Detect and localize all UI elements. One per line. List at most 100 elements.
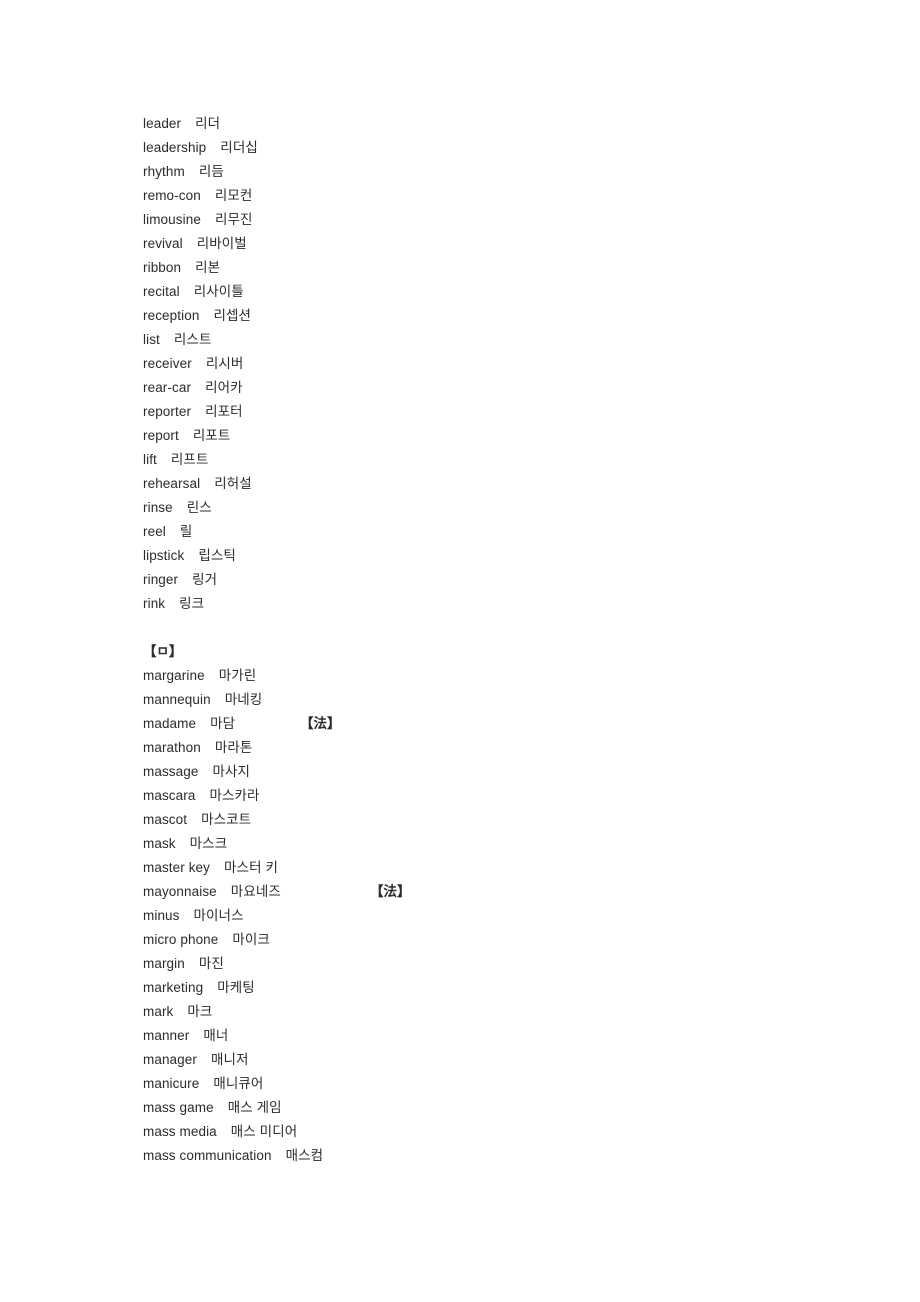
entry-term: mass media [143,1124,217,1139]
glossary-entry: mass media 매스 미디어 [143,1120,843,1144]
glossary-sections: leader 리더 leadership 리더십 rhythm 리듬 remo-con 리모컨… [143,112,843,1168]
entry-reading: 링거 [192,572,218,587]
entry-reading: 매너 [203,1028,229,1043]
glossary-entry: margarine 마가린 [143,664,843,688]
glossary-entry: remo-con 리모컨 [143,184,843,208]
glossary-entry: rink 링크 [143,592,843,616]
entry-term: manager [143,1052,197,1067]
entry-reading: 리듬 [198,164,224,179]
entry-term: rink [143,596,166,611]
entry-reading: 마스코트 [201,812,252,827]
glossary-entry: mannequin 마네킹 [143,688,843,712]
entry-term: margin [143,956,185,971]
glossary-entry: limousine 리무진 [143,208,843,232]
glossary-entry: lipstick 립스틱 [143,544,843,568]
entry-term: marketing [143,980,204,995]
entry-term: mannequin [143,692,211,707]
entry-reading: 리포터 [205,404,243,419]
entry-reading: 마이크 [232,932,270,947]
entry-reading: 마스터 키 [224,860,278,875]
entry-reading: 매니큐어 [213,1076,264,1091]
glossary-entry: micro phone 마이크 [143,928,843,952]
entry-term: rinse [143,500,173,515]
entry-term: mark [143,1004,174,1019]
entry-term: madame [143,716,197,731]
entry-reading: 마담 [210,716,236,731]
entry-reading: 마크 [187,1004,213,1019]
entry-term: manner [143,1028,190,1043]
entry-reading: 마사지 [212,764,251,779]
entry-reading: 매스 미디어 [230,1124,298,1139]
entry-reading: 리무진 [214,212,253,227]
entry-term: marathon [143,740,201,755]
entry-term: mass game [143,1100,214,1115]
entry-term: master key [143,860,211,875]
entry-reading: 마요네즈 [230,884,281,899]
entry-term: list [143,332,160,347]
entry-term: lipstick [143,548,185,563]
glossary-entry: master key 마스터 키 [143,856,843,880]
glossary-entry: manicure 매니큐어 [143,1072,843,1096]
entry-term: report [143,428,179,443]
glossary-entry: madame 마담 【法】 [143,712,843,736]
entry-reading: 마스카라 [209,788,260,803]
entry-reading: 매스 게임 [227,1100,282,1115]
entry-reading: 마케팅 [217,980,255,995]
entry-reading: 리프트 [170,452,209,467]
entry-reading: 리바이벌 [196,236,247,251]
glossary-entry: mask 마스크 [143,832,843,856]
entry-reading: 마이너스 [193,908,244,923]
entry-reading: 마가린 [218,668,257,683]
glossary-entry: leader 리더 [143,112,843,136]
entry-term: leader [143,116,182,131]
glossary-entry: massage 마사지 [143,760,843,784]
entry-reading: 리더 [195,116,221,131]
entry-reading: 리스트 [173,332,212,347]
glossary-entry: reception 리셉션 [143,304,843,328]
entry-term: mass communication [143,1148,272,1163]
section-heading: 【ㅁ】 [143,644,183,659]
entry-term: lift [143,452,157,467]
glossary-entry: reel 릴 [143,520,843,544]
glossary-entry: ringer 링거 [143,568,843,592]
entry-origin-marker: 【法】 [300,716,341,731]
entry-reading: 리사이틀 [193,284,244,299]
entry-term: margarine [143,668,205,683]
glossary-entry: mass communication 매스컴 [143,1144,843,1168]
entry-term: limousine [143,212,201,227]
glossary-entry: mark 마크 [143,1000,843,1024]
entry-reading: 리포트 [192,428,231,443]
entry-term: mayonnaise [143,884,217,899]
entry-term: rear-car [143,380,192,395]
entry-reading: 릴 [179,524,193,539]
entry-reading: 리셉션 [213,308,251,323]
entry-term: recital [143,284,180,299]
entry-reading: 마스크 [189,836,228,851]
entry-reading: 리어카 [205,380,243,395]
entry-reading: 리시버 [205,356,244,371]
glossary-entry: lift 리프트 [143,448,843,472]
entry-term: rehearsal [143,476,201,491]
entry-reading: 리더십 [220,140,258,155]
entry-list: leader 리더 leadership 리더십 rhythm 리듬 remo-con 리모컨… [143,112,843,616]
entry-term: mask [143,836,176,851]
entry-term: remo-con [143,188,201,203]
glossary-entry: rhythm 리듬 [143,160,843,184]
entry-reading: 매스컴 [285,1148,324,1163]
entry-term: manicure [143,1076,200,1091]
entry-term: ribbon [143,260,182,275]
entry-reading: 립스틱 [198,548,236,563]
glossary-entry: rehearsal 리허설 [143,472,843,496]
entry-term: ringer [143,572,179,587]
glossary-entry: recital 리사이틀 [143,280,843,304]
entry-term: rhythm [143,164,185,179]
entry-term: leadership [143,140,207,155]
glossary-entry: receiver 리시버 [143,352,843,376]
glossary-entry: mayonnaise 마요네즈 【法】 [143,880,843,904]
glossary-entry: list 리스트 [143,328,843,352]
entry-term: mascara [143,788,196,803]
glossary-entry: manner 매너 [143,1024,843,1048]
glossary-entry: reporter 리포터 [143,400,843,424]
glossary-entry: report 리포트 [143,424,843,448]
entry-reading: 마라톤 [214,740,253,755]
